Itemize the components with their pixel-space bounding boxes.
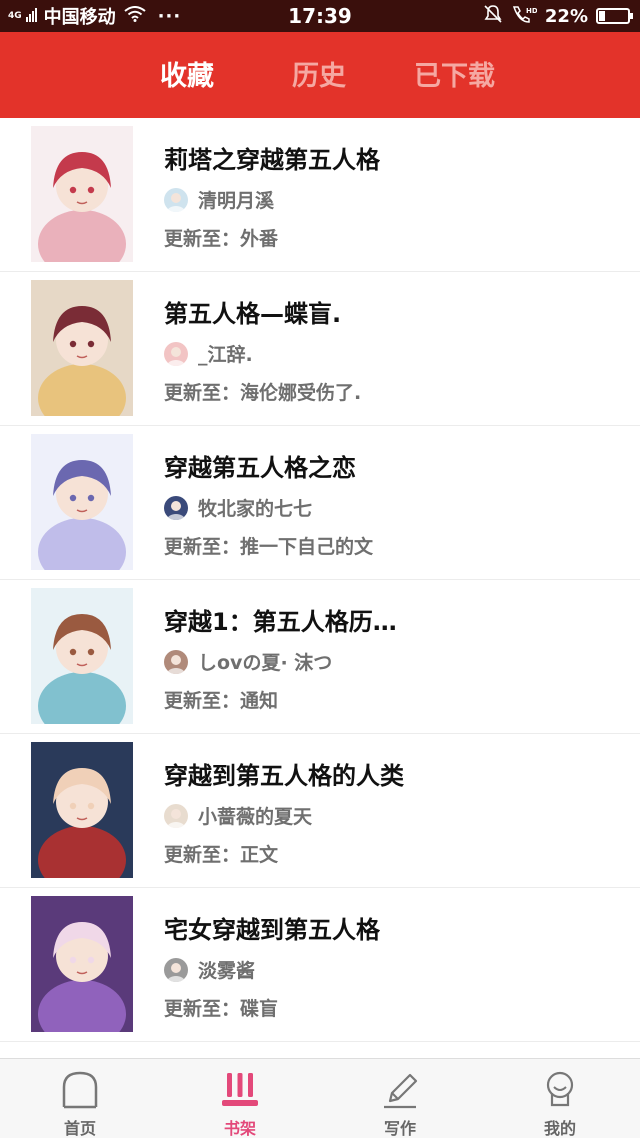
book-cover-image[interactable]	[31, 742, 133, 878]
battery-icon	[596, 8, 633, 24]
book-cover-image[interactable]	[31, 280, 133, 416]
nav-profile[interactable]: 我的	[510, 1067, 610, 1138]
author-name: 清明月溪	[198, 190, 275, 212]
book-title[interactable]: 穿越到第五人格的人类	[164, 756, 404, 791]
author-avatar	[164, 495, 188, 520]
author-row: 牧北家的七七	[164, 494, 312, 521]
author-name: _江辞.	[198, 344, 253, 366]
author-row: 清明月溪	[164, 186, 274, 213]
author-name: 牧北家的七七	[198, 498, 313, 520]
latest-update: 更新至：碟盲	[164, 998, 279, 1020]
book-list-item[interactable]: 穿越到第五人格的人类小蔷薇的夏天更新至：正文	[0, 734, 640, 888]
book-list: 莉塔之穿越第五人格清明月溪更新至：外番第五人格—蝶盲. _江辞. 更新至：海伦娜受伤…	[0, 118, 640, 1042]
author-row: _江辞.	[164, 340, 253, 367]
author-avatar	[164, 957, 188, 982]
book-cover-image[interactable]	[31, 588, 133, 724]
nav-bookshelf[interactable]: 书架	[190, 1067, 290, 1138]
tab-history[interactable]: 历史	[292, 54, 346, 93]
author-row: しovの夏· 沫つ	[164, 648, 332, 675]
book-cover-image[interactable]	[31, 896, 133, 1032]
latest-update: 更新至：推一下自己的文	[164, 536, 374, 558]
book-list-item[interactable]: 第五人格—蝶盲. _江辞. 更新至：海伦娜受伤了.	[0, 272, 640, 426]
signal-icon	[25, 6, 38, 27]
author-row: 淡雾酱	[164, 956, 255, 983]
book-list-item[interactable]: 莉塔之穿越第五人格清明月溪更新至：外番	[0, 118, 640, 272]
latest-update: 更新至：海伦娜受伤了.	[164, 382, 362, 404]
status-right: HD 22%	[483, 0, 633, 32]
svg-text:HD: HD	[526, 7, 537, 15]
battery-percent: 22%	[544, 5, 588, 27]
nav-write[interactable]: 写作	[350, 1067, 450, 1138]
book-cover-image[interactable]	[31, 126, 133, 262]
book-list-item[interactable]: 宅女穿越到第五人格淡雾酱更新至：碟盲	[0, 888, 640, 1042]
nav-profile-label: 我的	[543, 1119, 576, 1138]
book-list-item[interactable]: 穿越第五人格之恋牧北家的七七更新至：推一下自己的文	[0, 426, 640, 580]
profile-icon	[546, 1071, 574, 1107]
bottom-nav: 首页 书架 写作 我的	[0, 1058, 640, 1138]
tab-favorites[interactable]: 收藏	[160, 54, 214, 93]
more-indicator: ···	[157, 5, 182, 27]
pen-icon	[384, 1073, 418, 1109]
top-tab-bar: 收藏 历史 已下载	[0, 32, 640, 118]
bookshelf-icon	[222, 1073, 258, 1106]
author-avatar	[164, 649, 188, 674]
hd-call-icon: HD	[511, 4, 538, 29]
latest-update: 更新至：外番	[164, 228, 279, 250]
author-avatar	[164, 341, 188, 366]
author-name: しovの夏· 沫つ	[198, 652, 333, 674]
wifi-icon	[124, 5, 146, 27]
tab-downloaded[interactable]: 已下载	[414, 54, 495, 93]
author-avatar	[164, 187, 188, 212]
network-type: 4G	[8, 10, 22, 21]
book-title[interactable]: 穿越1：第五人格历…	[164, 602, 397, 637]
author-name: 淡雾酱	[198, 960, 256, 982]
book-list-item[interactable]: 穿越1：第五人格历… しovの夏· 沫つ更新至：通知	[0, 580, 640, 734]
carrier-name: 中国移动	[43, 7, 116, 28]
nav-home[interactable]: 首页	[30, 1067, 130, 1138]
author-row: 小蔷薇的夏天	[164, 802, 312, 829]
latest-update: 更新至：正文	[164, 844, 279, 866]
book-title[interactable]: 穿越第五人格之恋	[164, 448, 356, 483]
nav-write-label: 写作	[383, 1119, 416, 1138]
book-cover-image[interactable]	[31, 434, 133, 570]
latest-update: 更新至：通知	[164, 690, 279, 712]
author-name: 小蔷薇的夏天	[198, 806, 313, 828]
author-avatar	[164, 803, 188, 828]
book-title[interactable]: 宅女穿越到第五人格	[164, 910, 380, 945]
book-title[interactable]: 莉塔之穿越第五人格	[164, 140, 380, 175]
mute-bell-icon	[483, 4, 503, 29]
nav-home-label: 首页	[63, 1119, 96, 1138]
status-bar: 4G 中国移动 ··· 17:39 HD 22%	[0, 0, 640, 32]
nav-bookshelf-label: 书架	[223, 1119, 256, 1138]
book-title[interactable]: 第五人格—蝶盲.	[164, 294, 341, 329]
status-left: 4G 中国移动 ···	[0, 3, 181, 29]
home-icon	[62, 1071, 98, 1109]
